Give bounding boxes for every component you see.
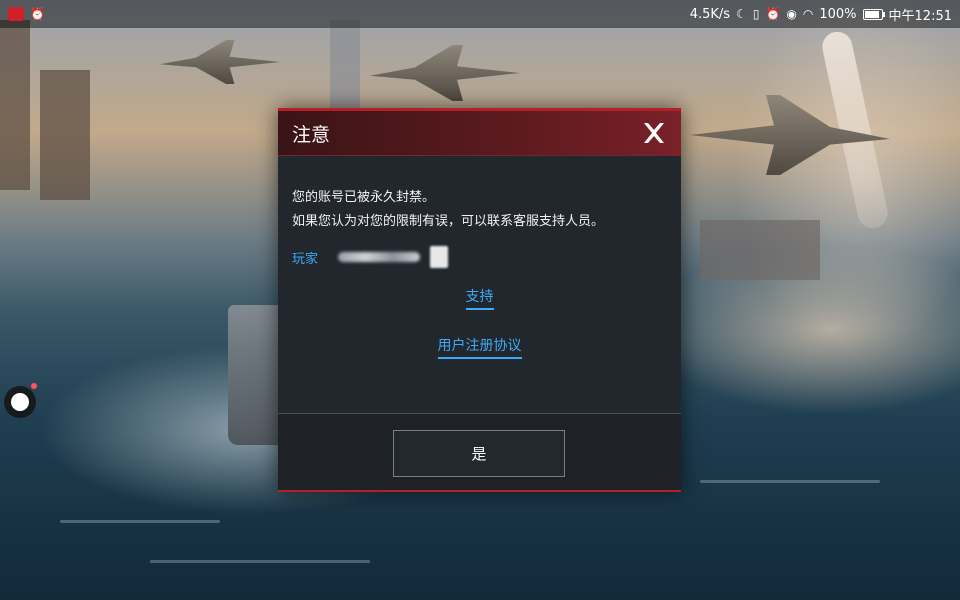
close-icon: [644, 123, 664, 143]
vibrate-icon: ▯: [752, 7, 760, 21]
network-speed: 4.5K/s: [689, 6, 731, 22]
battery-percent: 100%: [819, 6, 857, 22]
player-label: 玩家: [292, 251, 319, 267]
sea-spray: [700, 480, 880, 483]
assist-icon: [11, 393, 29, 411]
player-id-row: 玩家: [292, 246, 667, 268]
floating-assist-button[interactable]: [4, 386, 36, 418]
moon-icon: ☾: [736, 7, 747, 21]
dialog-footer: 是: [278, 414, 681, 490]
status-bar: ⏰ 4.5K/s ☾ ▯ ⏰ ◉ ◠ 100% 中午12:51: [0, 0, 960, 28]
copy-icon[interactable]: [430, 246, 449, 268]
sea-spray: [60, 520, 220, 523]
ban-message: 您的账号已被永久封禁。: [292, 190, 436, 205]
support-link[interactable]: 支持: [465, 286, 494, 310]
app-icon: [8, 7, 24, 21]
battery-icon: [862, 8, 885, 20]
appeal-message: 如果您认为对您的限制有误，可以联系客服支持人员。: [292, 214, 605, 229]
jet-fighter: [370, 45, 520, 101]
dialog-header: 注意: [278, 111, 681, 156]
dialog-body: 您的账号已被永久封禁。 如果您认为对您的限制有误，可以联系客服支持人员。 玩家 …: [278, 156, 681, 359]
background-building: [0, 20, 30, 190]
wifi-icon: ◠: [802, 7, 814, 21]
sea-spray: [150, 560, 370, 563]
dialog-title: 注意: [292, 123, 331, 146]
clock: 中午12:51: [888, 8, 952, 24]
notification-dot: [31, 383, 37, 389]
player-id-redacted: [338, 252, 421, 262]
jet-fighter: [160, 40, 280, 84]
background-building: [40, 70, 90, 200]
close-button[interactable]: [641, 120, 667, 146]
background-city: [700, 220, 820, 280]
ban-notice-dialog: 注意 您的账号已被永久封禁。 如果您认为对您的限制有误，可以联系客服支持人员。 …: [278, 108, 681, 492]
confirm-button[interactable]: 是: [393, 430, 565, 477]
alarm-icon: ⏰: [765, 7, 781, 21]
eye-icon: ◉: [786, 7, 797, 21]
user-agreement-link[interactable]: 用户注册协议: [437, 335, 522, 359]
alarm-icon: ⏰: [30, 7, 45, 21]
